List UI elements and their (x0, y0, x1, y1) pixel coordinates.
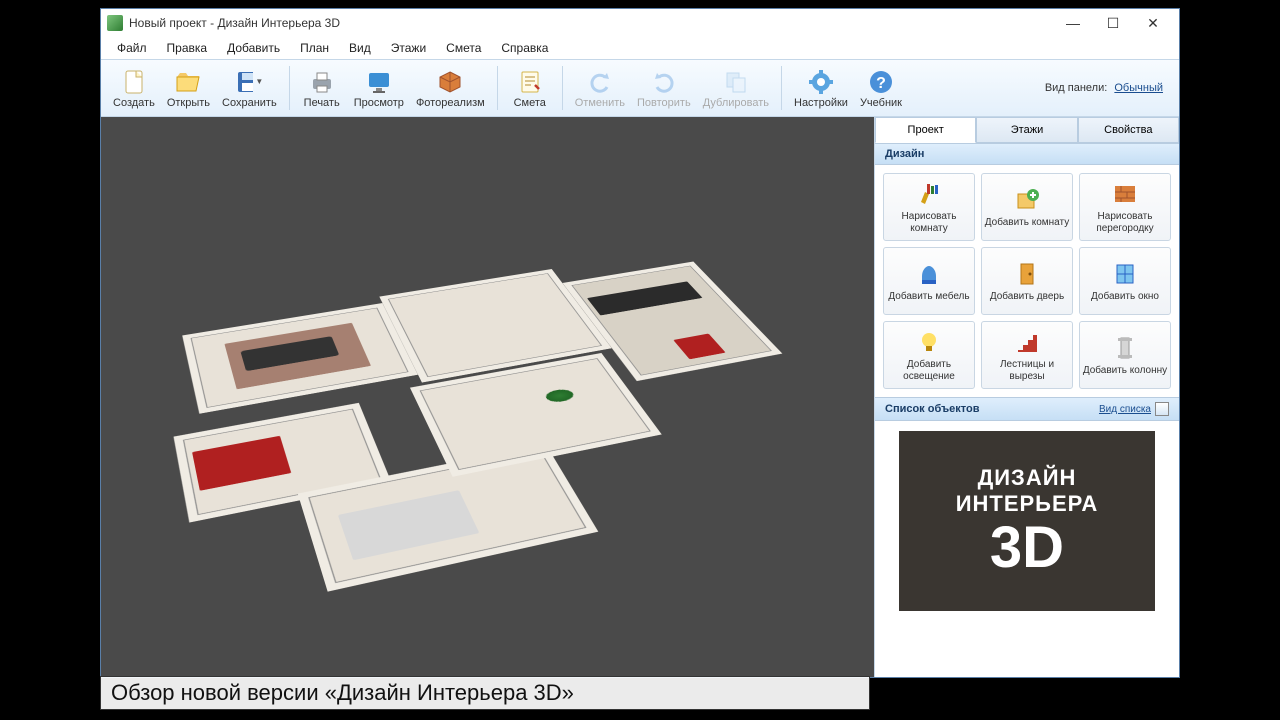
menubar: Файл Правка Добавить План Вид Этажи Смет… (101, 37, 1179, 59)
tutorial-button[interactable]: ? Учебник (854, 61, 908, 115)
add-window-button[interactable]: Добавить окно (1079, 247, 1171, 315)
duplicate-button[interactable]: Дублировать (697, 61, 775, 115)
chair-icon (915, 260, 943, 288)
toolbar-separator (781, 66, 782, 110)
letterbox-left (0, 0, 100, 720)
application-window: Новый проект - Дизайн Интерьера 3D — ☐ ✕… (100, 8, 1180, 678)
menu-add[interactable]: Добавить (219, 39, 288, 57)
add-light-button[interactable]: Добавить освещение (883, 321, 975, 389)
viewport-3d[interactable] (101, 117, 874, 677)
stairs-icon (1013, 328, 1041, 356)
promo-logo: ДИЗАЙН ИНТЕРЬЕРА 3D (899, 431, 1155, 611)
toolbar-separator (289, 66, 290, 110)
menu-floors[interactable]: Этажи (383, 39, 434, 57)
promo-area: ДИЗАЙН ИНТЕРЬЕРА 3D (875, 421, 1179, 677)
printer-icon (308, 68, 336, 96)
settings-button[interactable]: Настройки (788, 61, 854, 115)
door-icon (1013, 260, 1041, 288)
menu-file[interactable]: Файл (109, 39, 155, 57)
window-title: Новый проект - Дизайн Интерьера 3D (129, 16, 1053, 30)
video-caption: Обзор новой версии «Дизайн Интерьера 3D» (100, 676, 870, 710)
save-icon: ▼ (235, 68, 263, 96)
maximize-button[interactable]: ☐ (1093, 11, 1133, 35)
redo-button[interactable]: Повторить (631, 61, 697, 115)
toolbar: Создать Открыть ▼ Сохранить Печать Просм… (101, 59, 1179, 117)
tab-floors[interactable]: Этажи (976, 117, 1077, 143)
app-icon (107, 15, 123, 31)
list-view-mode-link[interactable]: Вид списка (1099, 402, 1169, 416)
tab-project[interactable]: Проект (875, 117, 976, 143)
toolbar-separator (562, 66, 563, 110)
save-button[interactable]: ▼ Сохранить (216, 61, 283, 115)
menu-edit[interactable]: Правка (159, 39, 216, 57)
toolbar-separator (497, 66, 498, 110)
new-file-icon (120, 68, 148, 96)
help-icon: ? (867, 68, 895, 96)
monitor-icon (365, 68, 393, 96)
print-button[interactable]: Печать (296, 61, 348, 115)
add-room-button[interactable]: Добавить комнату (981, 173, 1073, 241)
add-door-button[interactable]: Добавить дверь (981, 247, 1073, 315)
minimize-button[interactable]: — (1053, 11, 1093, 35)
design-tools-grid: Нарисовать комнату Добавить комнату Нари… (875, 165, 1179, 397)
object-list-header: Список объектов Вид списка (875, 397, 1179, 421)
preview-button[interactable]: Просмотр (348, 61, 410, 115)
panel-mode: Вид панели: Обычный (1045, 82, 1173, 94)
brush-icon (915, 180, 943, 208)
redo-icon (650, 68, 678, 96)
list-icon (1155, 402, 1169, 416)
side-panel: Проект Этажи Свойства Дизайн Нарисовать … (874, 117, 1179, 677)
tab-properties[interactable]: Свойства (1078, 117, 1179, 143)
svg-text:?: ? (876, 75, 886, 92)
open-button[interactable]: Открыть (161, 61, 216, 115)
menu-plan[interactable]: План (292, 39, 337, 57)
duplicate-icon (722, 68, 750, 96)
estimate-button[interactable]: Смета (504, 61, 556, 115)
draw-room-button[interactable]: Нарисовать комнату (883, 173, 975, 241)
notepad-icon (516, 68, 544, 96)
draw-partition-button[interactable]: Нарисовать перегородку (1079, 173, 1171, 241)
photorealism-button[interactable]: Фотореализм (410, 61, 491, 115)
workarea: Проект Этажи Свойства Дизайн Нарисовать … (101, 117, 1179, 677)
cube-icon (436, 68, 464, 96)
close-button[interactable]: ✕ (1133, 11, 1173, 35)
side-tabs: Проект Этажи Свойства (875, 117, 1179, 143)
titlebar: Новый проект - Дизайн Интерьера 3D — ☐ ✕ (101, 9, 1179, 37)
window-icon (1111, 260, 1139, 288)
stairs-button[interactable]: Лестницы и вырезы (981, 321, 1073, 389)
panel-mode-link[interactable]: Обычный (1114, 82, 1163, 94)
lightbulb-icon (915, 328, 943, 356)
design-section-header: Дизайн (875, 143, 1179, 165)
folder-open-icon (174, 68, 202, 96)
gear-icon (807, 68, 835, 96)
add-furniture-button[interactable]: Добавить мебель (883, 247, 975, 315)
add-column-button[interactable]: Добавить колонну (1079, 321, 1171, 389)
chevron-down-icon: ▼ (255, 77, 263, 86)
create-button[interactable]: Создать (107, 61, 161, 115)
undo-icon (586, 68, 614, 96)
menu-view[interactable]: Вид (341, 39, 379, 57)
column-icon (1111, 334, 1139, 362)
room-plus-icon (1013, 186, 1041, 214)
undo-button[interactable]: Отменить (569, 61, 631, 115)
floorplan-model (113, 236, 874, 658)
menu-help[interactable]: Справка (493, 39, 556, 57)
menu-estimate[interactable]: Смета (438, 39, 489, 57)
brick-wall-icon (1111, 180, 1139, 208)
